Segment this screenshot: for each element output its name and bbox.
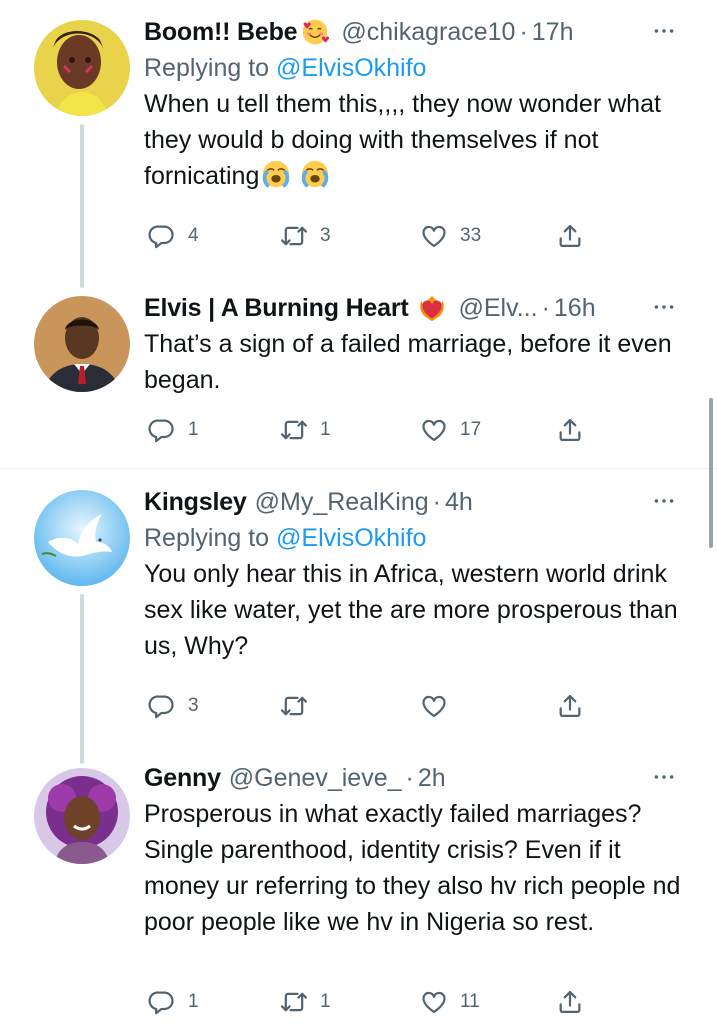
retweet-count: 1 xyxy=(320,419,331,440)
retweet-button[interactable]: 1 xyxy=(280,982,331,1022)
separator-dot: · xyxy=(432,488,441,516)
mention-link[interactable]: @ElvisOkhifo xyxy=(276,524,426,552)
like-button[interactable]: 33 xyxy=(420,216,481,256)
handle[interactable]: @My_RealKing xyxy=(255,484,429,520)
more-options-icon[interactable] xyxy=(649,762,679,792)
timestamp[interactable]: 2h xyxy=(418,760,446,796)
display-name[interactable]: Kingsley xyxy=(144,484,247,520)
thread-divider xyxy=(0,468,717,469)
handle[interactable]: @Genev_ieve_ xyxy=(229,760,402,796)
tweet-header: Kingsley @My_RealKing · 4h xyxy=(144,484,687,520)
tweet-text: That’s a sign of a failed marriage, befo… xyxy=(144,330,672,394)
retweet-button[interactable]: 1 xyxy=(280,410,331,450)
reply-icon xyxy=(148,988,176,1016)
like-count: 33 xyxy=(460,225,482,246)
like-icon xyxy=(420,416,448,444)
more-options-icon[interactable] xyxy=(649,292,679,322)
reply-icon xyxy=(148,692,176,720)
share-button[interactable] xyxy=(556,216,584,256)
timestamp[interactable]: 16h xyxy=(554,290,596,326)
share-icon xyxy=(556,416,584,444)
share-button[interactable] xyxy=(556,686,584,726)
reply-icon xyxy=(148,222,176,250)
more-options-icon[interactable] xyxy=(649,486,679,516)
more-options-icon[interactable] xyxy=(649,16,679,46)
like-icon xyxy=(420,692,448,720)
share-icon xyxy=(556,222,584,250)
handle[interactable]: @Elv... xyxy=(458,290,537,326)
display-name[interactable]: Elvis | A Burning Heart xyxy=(144,290,409,326)
retweet-button[interactable]: 3 xyxy=(280,216,331,256)
replying-to: Replying to @ElvisOkhifo xyxy=(144,520,687,556)
thread-line xyxy=(80,124,84,288)
separator-dot: · xyxy=(541,294,550,322)
share-button[interactable] xyxy=(556,410,584,450)
retweet-count: 1 xyxy=(320,991,331,1012)
tweet-header: Genny @Genev_ieve_ · 2h xyxy=(144,760,687,796)
retweet-button[interactable] xyxy=(280,686,320,726)
retweet-icon xyxy=(280,416,308,444)
mention-link[interactable]: @ElvisOkhifo xyxy=(276,54,426,82)
separator-dot: · xyxy=(405,764,414,792)
heart-on-fire-icon xyxy=(420,295,445,322)
retweet-icon xyxy=(280,988,308,1016)
retweet-count: 3 xyxy=(320,225,331,246)
tweet-actions: 3 xyxy=(144,686,594,726)
replying-to-label: Replying to xyxy=(144,524,277,552)
timestamp[interactable]: 4h xyxy=(445,484,473,520)
share-icon xyxy=(556,988,584,1016)
avatar[interactable] xyxy=(34,296,130,392)
tweet-actions: 1 1 17 xyxy=(144,410,594,450)
display-name[interactable]: Boom!! Bebe xyxy=(144,14,298,50)
avatar[interactable] xyxy=(34,20,130,116)
like-count: 11 xyxy=(460,991,480,1012)
tweet-header: Boom!! Bebe @chikagrace10 · 17h xyxy=(144,14,687,50)
share-icon xyxy=(556,692,584,720)
smiling-face-with-hearts-icon xyxy=(303,19,330,45)
avatar[interactable] xyxy=(34,490,130,586)
reply-count: 1 xyxy=(188,419,199,440)
reply-button[interactable]: 4 xyxy=(148,216,199,256)
like-count: 17 xyxy=(460,419,482,440)
avatar[interactable] xyxy=(34,768,130,864)
like-button[interactable] xyxy=(420,686,460,726)
reply-button[interactable]: 1 xyxy=(148,410,199,450)
reply-button[interactable]: 1 xyxy=(148,982,199,1022)
display-name[interactable]: Genny xyxy=(144,760,221,796)
replying-to: Replying to @ElvisOkhifo xyxy=(144,50,687,86)
tweet-actions: 4 3 33 xyxy=(144,216,594,256)
reply-count: 1 xyxy=(188,991,199,1012)
reply-count: 4 xyxy=(188,225,199,246)
retweet-icon xyxy=(280,222,308,250)
loudly-crying-face-icon xyxy=(300,159,330,189)
handle[interactable]: @chikagrace10 xyxy=(341,14,515,50)
replying-to-label: Replying to xyxy=(144,54,277,82)
reply-icon xyxy=(148,416,176,444)
share-button[interactable] xyxy=(556,982,584,1022)
scrollbar[interactable] xyxy=(709,398,713,548)
like-button[interactable]: 11 xyxy=(420,982,480,1022)
loudly-crying-face-icon xyxy=(261,159,291,189)
tweet-header: Elvis | A Burning Heart @Elv... · 16h xyxy=(144,290,687,326)
retweet-icon xyxy=(280,692,308,720)
reply-count: 3 xyxy=(188,695,199,716)
thread-line xyxy=(80,594,84,764)
reply-button[interactable]: 3 xyxy=(148,686,199,726)
tweet-text: When u tell them this,,,, they now wonde… xyxy=(144,86,684,194)
separator-dot: · xyxy=(519,18,528,46)
like-icon xyxy=(420,988,448,1016)
tweet-body: When u tell them this,,,, they now wonde… xyxy=(144,90,661,190)
tweet-text: Prosperous in what exactly failed marria… xyxy=(144,800,681,936)
like-button[interactable]: 17 xyxy=(420,410,481,450)
timestamp[interactable]: 17h xyxy=(532,14,574,50)
tweet-actions: 1 1 11 xyxy=(144,982,594,1022)
like-icon xyxy=(420,222,448,250)
tweet-text: You only hear this in Africa, western wo… xyxy=(144,560,678,660)
